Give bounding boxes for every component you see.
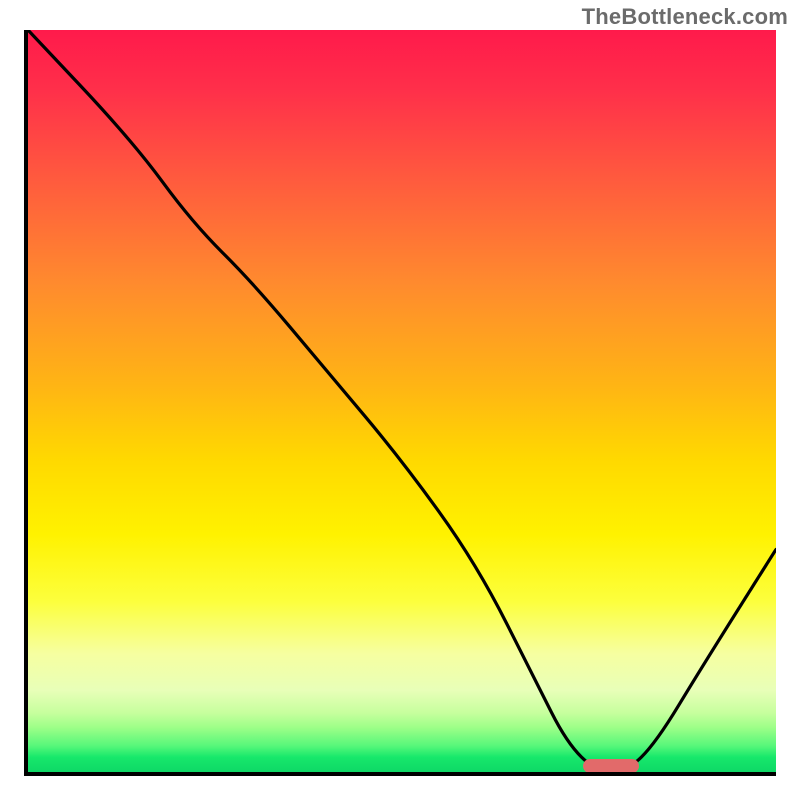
watermark-text: TheBottleneck.com <box>582 4 788 30</box>
bottleneck-curve-path <box>28 30 776 772</box>
optimal-range-marker <box>583 759 639 773</box>
chart-plot-area <box>24 30 776 776</box>
chart-curve <box>28 30 776 772</box>
